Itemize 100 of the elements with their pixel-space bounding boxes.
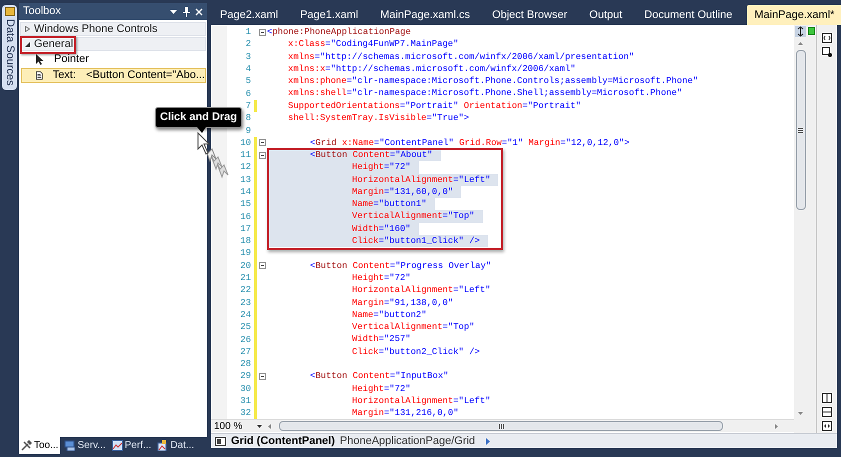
xaml-view-icon[interactable] — [822, 33, 832, 43]
code-line: HorizontalAlignment="Left" — [351, 284, 492, 297]
editor-tab[interactable]: Output — [582, 5, 630, 25]
scroll-left-icon[interactable] — [268, 424, 271, 428]
code-line: Margin="91,138,0,0" — [351, 296, 454, 309]
vertical-scrollbar-thumb[interactable] — [796, 50, 806, 210]
code-line: xmlns="http://schemas.microsoft.com/winfx/2006/xaml/presentation" — [287, 50, 636, 63]
line-number: 24 — [239, 308, 251, 321]
panel-tab[interactable]: Perf... — [110, 437, 154, 454]
editor-tab[interactable]: Page1.xaml — [293, 5, 366, 25]
pointer-icon — [36, 54, 44, 65]
panel-title: Toolbox — [23, 4, 62, 20]
collapse-icon[interactable] — [258, 28, 266, 36]
vertical-split-icon[interactable] — [822, 393, 832, 403]
pin-icon[interactable] — [183, 6, 190, 16]
element-icon — [215, 436, 226, 446]
document-icon — [36, 70, 43, 81]
code-line: HorizontalAlignment="Left" — [351, 394, 492, 408]
line-number: 3 — [244, 50, 251, 63]
horizontal-split-icon[interactable] — [822, 407, 832, 417]
line-number: 31 — [239, 395, 251, 408]
code-line: <Grid x:Name="ContentPanel" Grid.Row="1" Margin="12,0,12,0"> — [309, 136, 631, 149]
data-icon — [157, 440, 168, 451]
code-line: Margin="131,216,0,0" — [351, 407, 460, 419]
collapse-icon[interactable] — [258, 262, 266, 270]
breadcrumb-element[interactable]: Grid (ContentPanel) — [231, 432, 335, 450]
expand-arrow-icon[interactable] — [486, 438, 490, 444]
callout-text: Click and Drag — [160, 110, 238, 126]
group-header[interactable]: General — [20, 37, 206, 51]
zoom-dropdown[interactable]: 100 % — [211, 418, 257, 434]
code-line: shell:SystemTray.IsVisible="True"> — [287, 112, 470, 124]
item-value: <Button Content="Abo... — [86, 68, 205, 84]
editor-tab[interactable]: MainPage.xaml.cs — [373, 5, 478, 25]
close-icon[interactable] — [195, 8, 203, 16]
status-indicator — [808, 27, 815, 35]
collapse-icon[interactable] — [258, 372, 266, 380]
panel-tab[interactable]: Too... — [19, 437, 60, 454]
dropdown-icon[interactable] — [257, 424, 262, 428]
data-sources-tab[interactable]: Data Sources — [2, 5, 17, 90]
line-number: 10 — [239, 136, 251, 149]
code-line: Width="257" — [351, 333, 412, 346]
item-label: Text: — [52, 68, 77, 84]
line-number: 32 — [239, 407, 251, 419]
split-icon[interactable] — [795, 26, 806, 37]
line-number: 17 — [239, 222, 251, 235]
line-number: 4 — [244, 63, 251, 76]
line-number: 18 — [239, 235, 251, 248]
chart-icon — [112, 440, 123, 451]
line-number: 6 — [244, 88, 251, 100]
line-number: 30 — [239, 382, 251, 395]
editor-tab[interactable]: Page2.xaml — [213, 5, 286, 25]
editor-tab[interactable]: MainPage.xaml* — [747, 5, 841, 25]
design-view-icon[interactable] — [822, 47, 832, 57]
line-number: 5 — [244, 75, 251, 88]
line-number: 7 — [244, 100, 251, 112]
code-line: VerticalAlignment="Top" — [351, 321, 476, 334]
database-icon — [4, 7, 14, 16]
line-number: 22 — [239, 284, 251, 296]
code-line: Height="72" — [351, 272, 412, 284]
code-line: x:Class="Coding4FunWP7.MainPage" — [287, 38, 460, 51]
editor-tab[interactable]: Document Outline — [637, 5, 740, 25]
code-line: Name="button2" — [351, 308, 428, 322]
code-line: <phone:PhoneApplicationPage — [267, 26, 412, 38]
panel-tab[interactable]: Dat... — [155, 437, 196, 454]
line-number: 27 — [239, 346, 251, 358]
scroll-right-icon[interactable] — [775, 424, 778, 428]
breadcrumb-path[interactable]: PhoneApplicationPage/Grid — [340, 432, 476, 450]
swap-panes-icon[interactable] — [822, 421, 832, 431]
line-number: 29 — [239, 370, 251, 382]
line-number: 26 — [239, 334, 251, 346]
group-header[interactable]: Windows Phone Controls — [20, 22, 206, 36]
code-line: xmlns:x="http://schemas.microsoft.com/winfx/2006/xaml" — [287, 62, 577, 76]
tools-icon — [21, 440, 32, 451]
toolbox-item[interactable]: Text: <Button Content="Abo... — [21, 68, 206, 83]
code-line: SupportedOrientations="Portrait" Orientation="Portrait" — [287, 100, 582, 112]
line-number: 13 — [239, 174, 251, 186]
line-number: 21 — [239, 272, 251, 284]
server-icon — [64, 440, 76, 451]
line-number: 20 — [239, 260, 251, 272]
code-line: Height="72" — [351, 382, 412, 395]
scroll-down-icon[interactable] — [798, 412, 803, 415]
code-line: Click="button2_Click" /> — [351, 346, 481, 358]
toolbox-item[interactable]: Pointer — [21, 52, 206, 67]
line-number: 23 — [239, 296, 251, 309]
item-label: Pointer — [54, 52, 90, 68]
horizontal-scrollbar-thumb[interactable] — [279, 421, 723, 431]
code-line: <Button Content="Progress Overlay" — [309, 260, 492, 272]
editor-tab[interactable]: Object Browser — [485, 5, 574, 25]
code-line: xmlns:shell="clr-namespace:Microsoft.Phone.Shell;assembly=Microsoft.Phone" — [287, 87, 684, 100]
collapse-icon[interactable] — [258, 139, 266, 146]
dropdown-icon[interactable] — [170, 10, 177, 14]
line-number: 11 — [239, 149, 251, 162]
tab-label: Data Sources — [3, 19, 16, 86]
code-line: xmlns:phone="clr-namespace:Microsoft.Phone.Controls;assembly=Microsoft.Phone" — [287, 75, 700, 88]
line-number: 16 — [239, 210, 251, 223]
line-number: 19 — [239, 247, 251, 260]
scroll-up-icon[interactable] — [798, 42, 803, 45]
collapse-icon[interactable] — [258, 152, 266, 159]
line-number: 14 — [239, 186, 251, 198]
panel-tab[interactable]: Serv... — [62, 437, 108, 454]
